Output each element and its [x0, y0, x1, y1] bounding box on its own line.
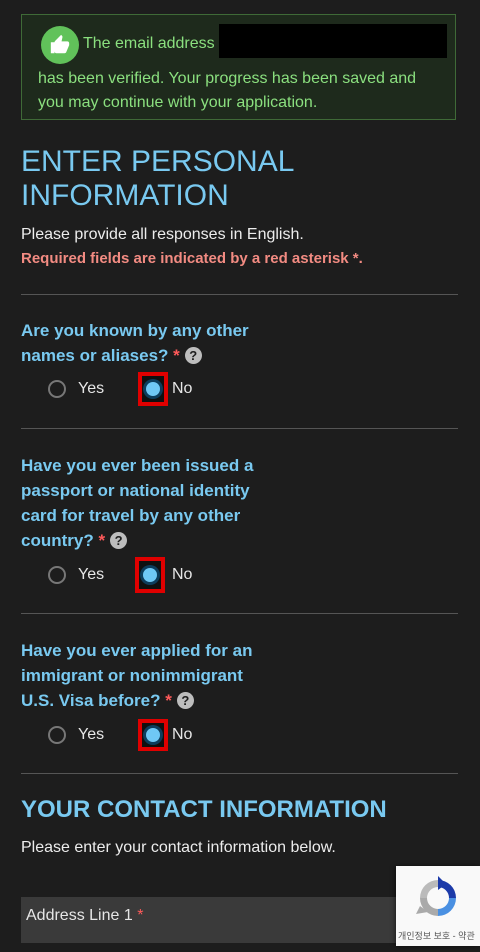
radio-group-other-passport: Yes No [46, 557, 206, 593]
question-text: Have you ever applied for an immigrant o… [21, 641, 253, 710]
thumbs-up-icon [41, 26, 79, 64]
radio-yes[interactable] [48, 726, 66, 744]
section-intro-contact: Please enter your contact information be… [21, 839, 336, 856]
divider [21, 773, 458, 774]
divider [21, 428, 458, 429]
verification-banner: The email address has been verified. You… [21, 14, 456, 120]
question-aliases: Are you known by any other names or alia… [21, 318, 271, 368]
radio-no-selected[interactable] [135, 557, 165, 593]
required-asterisk: * [137, 907, 144, 924]
verification-text-start: The email address [83, 35, 215, 52]
question-text: Are you known by any other names or alia… [21, 321, 249, 365]
required-fields-note: Required fields are indicated by a red a… [21, 250, 363, 267]
help-icon[interactable]: ? [184, 347, 202, 364]
question-other-passport: Have you ever been issued a passport or … [21, 453, 256, 553]
radio-label-no: No [172, 380, 193, 397]
required-asterisk: * [98, 531, 106, 550]
radio-yes[interactable] [48, 566, 66, 584]
radio-label-yes: Yes [78, 566, 105, 583]
divider [21, 613, 458, 614]
radio-selected-dot [146, 728, 160, 742]
required-asterisk: * [173, 346, 180, 365]
redacted-email [219, 24, 447, 58]
recaptcha-badge[interactable]: 개인정보 보호 - 약관 [396, 866, 480, 946]
verification-text-rest: has been verified. Your progress has bee… [38, 70, 417, 111]
radio-label-yes: Yes [78, 726, 105, 743]
question-prior-visa: Have you ever applied for an immigrant o… [21, 638, 261, 713]
radio-label-no: No [172, 566, 193, 583]
radio-group-prior-visa: Yes No [46, 719, 206, 751]
question-text: Have you ever been issued a passport or … [21, 456, 254, 550]
address-line1-label: Address Line 1 * [26, 907, 144, 924]
radio-label-yes: Yes [78, 380, 105, 397]
divider [21, 294, 458, 295]
help-icon[interactable]: ? [110, 532, 128, 549]
required-asterisk: * [165, 691, 172, 710]
section-title-personal: ENTER PERSONAL INFORMATION [21, 145, 294, 212]
radio-no-selected[interactable] [138, 719, 168, 751]
radio-yes[interactable] [48, 380, 66, 398]
address-line1-field[interactable]: Address Line 1 * [21, 897, 458, 943]
radio-group-aliases: Yes No [46, 372, 206, 406]
radio-selected-dot [146, 382, 160, 396]
radio-no-selected[interactable] [138, 372, 168, 406]
radio-selected-dot [143, 568, 157, 582]
section-intro-personal: Please provide all responses in English. [21, 226, 304, 243]
section-title-contact: YOUR CONTACT INFORMATION [21, 796, 387, 823]
recaptcha-icon [416, 876, 460, 920]
help-icon[interactable]: ? [176, 692, 194, 709]
radio-label-no: No [172, 726, 193, 743]
recaptcha-footer[interactable]: 개인정보 보호 - 약관 [398, 929, 475, 942]
